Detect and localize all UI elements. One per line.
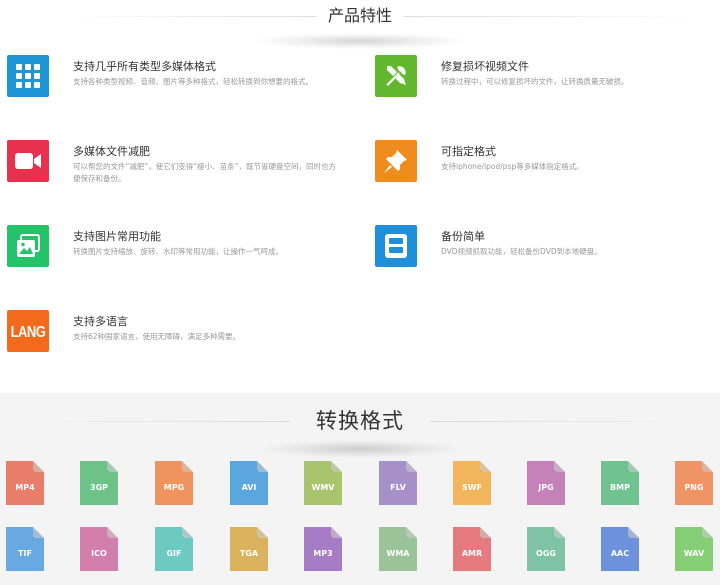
feature-description: DVD视频抓取功能，轻松备份DVD到本地硬盘。 [441, 247, 602, 256]
file-format-label: AMR [461, 549, 483, 558]
heading-divider-left [70, 16, 320, 17]
file-format-mp4: MP4 [6, 461, 44, 505]
feature-title: 支持几乎所有类型多媒体格式 [73, 60, 216, 73]
file-format-label: GIF [166, 549, 182, 558]
feature-item-specify-format: 可指定格式 支持iphone/ipod/psp等多媒体指定格式。 [375, 140, 695, 190]
file-format-label: PNG [684, 483, 704, 492]
feature-title: 可指定格式 [441, 145, 496, 158]
grid-icon [7, 55, 49, 97]
file-format-ico: ICO [80, 527, 118, 571]
formats-heading: 转换格式 [0, 406, 720, 458]
file-format-label: JPG [538, 483, 554, 492]
file-format-label: TGA [239, 549, 259, 558]
file-format-mpg: MPG [155, 461, 193, 505]
file-format-label: WMA [386, 549, 410, 558]
file-format-png: PNG [675, 461, 713, 505]
file-format-tga: TGA [230, 527, 268, 571]
feature-description: 支持各种类型视频、音频、图片等多种格式，轻松转换到你想要的格式。 [73, 77, 313, 86]
file-format-avi: AVI [230, 461, 268, 505]
file-format-wav: WAV [675, 527, 713, 571]
file-format-3gp: 3GP [80, 461, 118, 505]
heading-shadow [255, 33, 465, 49]
heading-divider-right [430, 421, 700, 422]
lang-icon: LANG [7, 310, 49, 352]
features-section-title: 产品特性 [315, 3, 404, 29]
file-format-aac: AAC [601, 527, 639, 571]
feature-description: 可以帮您的文件“减肥”，使它们变得“瘦小、苗条”，既节省硬盘空间，同时也方便保存… [73, 162, 337, 183]
feature-title: 支持图片常用功能 [73, 230, 161, 243]
feature-title: 修复损坏视频文件 [441, 60, 529, 73]
file-format-label: WAV [683, 549, 705, 558]
heading-divider-right [400, 16, 700, 17]
file-format-tif: TIF [6, 527, 44, 571]
file-format-label: FLV [390, 483, 406, 492]
file-format-wma: WMA [379, 527, 417, 571]
file-format-label: AVI [241, 483, 257, 492]
feature-title: 备份简单 [441, 230, 485, 243]
file-format-label: AAC [610, 549, 630, 558]
feature-title: 多媒体文件减肥 [73, 145, 150, 158]
feature-item-repair: 修复损坏视频文件 转换过程中，可以修复损坏的文件，让转换质量无破损。 [375, 55, 695, 105]
feature-item-slim: 多媒体文件减肥 可以帮您的文件“减肥”，使它们变得“瘦小、苗条”，既节省硬盘空间… [7, 140, 336, 190]
video-camera-icon [7, 140, 49, 182]
backup-icon [375, 225, 417, 267]
file-format-label: MPG [163, 483, 185, 492]
formats-section-title: 转换格式 [304, 406, 416, 436]
file-format-label: 3GP [90, 483, 108, 492]
file-format-label: MP4 [15, 483, 35, 492]
heading-divider-left [20, 421, 290, 422]
file-format-gif: GIF [155, 527, 193, 571]
file-format-bmp: BMP [601, 461, 639, 505]
file-format-amr: AMR [453, 527, 491, 571]
lang-icon-text: LANG [10, 322, 46, 340]
pushpin-icon [375, 140, 417, 182]
file-format-wmv: WMV [304, 461, 342, 505]
file-format-label: SWF [461, 483, 483, 492]
file-format-flv: FLV [379, 461, 417, 505]
feature-item-backup: 备份简单 DVD视频抓取功能，轻松备份DVD到本地硬盘。 [375, 225, 695, 275]
file-format-label: ICO [91, 549, 107, 558]
file-format-label: OGG [536, 549, 556, 558]
feature-description: 转换过程中，可以修复损坏的文件，让转换质量无破损。 [441, 77, 629, 86]
tools-icon [375, 55, 417, 97]
feature-description: 转换图片支持缩放、旋转、水印等常用功能，让操作一气呵成。 [73, 247, 283, 256]
file-format-ogg: OGG [527, 527, 565, 571]
file-format-swf: SWF [453, 461, 491, 505]
formats-section: 转换格式 MP4 3GP MPG AVI WMV FLV SWF JPG BMP PNG TIF IC… [0, 393, 720, 585]
feature-item-languages: LANG 支持多语言 支持62种国家语言，使用无障碍，满足多种需要。 [7, 310, 327, 360]
file-format-jpg: JPG [527, 461, 565, 505]
feature-description: 支持iphone/ipod/psp等多媒体指定格式。 [441, 162, 584, 171]
file-format-label: TIF [18, 549, 32, 558]
file-format-label: WMV [311, 483, 335, 492]
file-format-label: BMP [610, 483, 630, 492]
file-format-label: MP3 [313, 549, 333, 558]
pictures-icon [7, 225, 49, 267]
feature-item-pictures: 支持图片常用功能 转换图片支持缩放、旋转、水印等常用功能，让操作一气呵成。 [7, 225, 327, 275]
features-heading: 产品特性 [0, 3, 720, 49]
feature-description: 支持62种国家语言，使用无障碍，满足多种需要。 [73, 332, 241, 341]
feature-title: 支持多语言 [73, 315, 128, 328]
feature-item-formats: 支持几乎所有类型多媒体格式 支持各种类型视频、音频、图片等多种格式，轻松转换到你… [7, 55, 327, 105]
heading-shadow [260, 440, 460, 458]
file-format-mp3: MP3 [304, 527, 342, 571]
